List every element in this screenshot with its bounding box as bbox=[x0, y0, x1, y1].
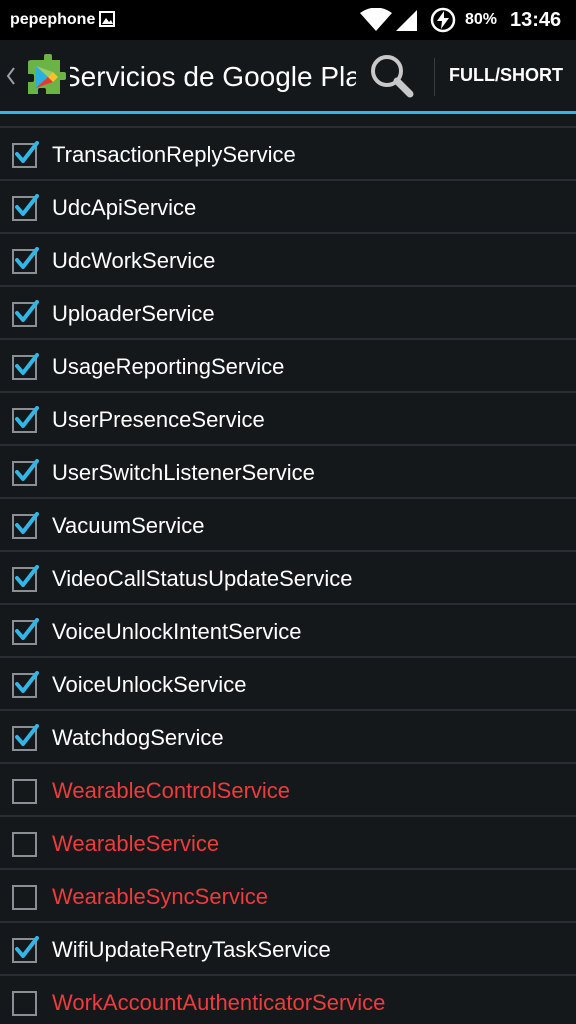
page-title: Servicios de Google Play bbox=[70, 61, 356, 92]
image-icon bbox=[99, 11, 115, 27]
back-caret-icon bbox=[6, 67, 15, 85]
action-bar: Servicios de Google Play FULL/SHORT bbox=[0, 40, 576, 114]
checkbox-checked-icon[interactable] bbox=[12, 936, 39, 963]
search-icon[interactable] bbox=[360, 48, 420, 104]
list-item[interactable]: VideoCallStatusUpdateService bbox=[0, 552, 576, 605]
checkbox-unchecked-icon[interactable] bbox=[12, 989, 39, 1016]
carrier-name: pepephone bbox=[10, 11, 96, 28]
service-name: VacuumService bbox=[52, 513, 205, 538]
list-item[interactable]: VoiceUnlockIntentService bbox=[0, 605, 576, 658]
checkbox-checked-icon[interactable] bbox=[12, 459, 39, 486]
service-name: VoiceUnlockIntentService bbox=[52, 619, 302, 644]
list-item[interactable]: UserPresenceService bbox=[0, 393, 576, 446]
list-item[interactable]: UdcWorkService bbox=[0, 234, 576, 287]
action-divider bbox=[434, 58, 435, 96]
service-name: UserPresenceService bbox=[52, 407, 265, 432]
checkbox-checked-icon[interactable] bbox=[12, 618, 39, 645]
service-name: WorkAccountAuthenticatorService bbox=[52, 990, 386, 1015]
list-item[interactable]: WifiUpdateRetryTaskService bbox=[0, 923, 576, 976]
list-item[interactable]: WorkAccountAuthenticatorService bbox=[0, 976, 576, 1024]
service-name: UdcWorkService bbox=[52, 248, 216, 273]
title-container: Servicios de Google Play bbox=[70, 40, 356, 111]
service-name: WearableControlService bbox=[52, 778, 291, 803]
clock: 13:46 bbox=[510, 9, 562, 31]
list-item[interactable]: VacuumService bbox=[0, 499, 576, 552]
service-name: WatchdogService bbox=[52, 725, 224, 750]
checkbox-checked-icon[interactable] bbox=[12, 300, 39, 327]
service-name: WifiUpdateRetryTaskService bbox=[52, 937, 331, 962]
battery-charging-icon bbox=[430, 7, 456, 33]
list-item[interactable]: TransactionReplyService bbox=[0, 128, 576, 181]
wifi-icon bbox=[360, 8, 392, 31]
service-name: VideoCallStatusUpdateService bbox=[52, 566, 353, 591]
list-item[interactable]: VoiceUnlockService bbox=[0, 658, 576, 711]
list-item[interactable]: WearableService bbox=[0, 817, 576, 870]
checkbox-checked-icon[interactable] bbox=[12, 247, 39, 274]
list-item[interactable]: WatchdogService bbox=[0, 711, 576, 764]
checkbox-checked-icon[interactable] bbox=[12, 141, 39, 168]
checkbox-unchecked-icon[interactable] bbox=[12, 830, 39, 857]
service-name: UdcApiService bbox=[52, 195, 197, 220]
checkbox-checked-icon[interactable] bbox=[12, 194, 39, 221]
checkbox-checked-icon[interactable] bbox=[12, 724, 39, 751]
list-item[interactable]: WearableControlService bbox=[0, 764, 576, 817]
checkbox-checked-icon[interactable] bbox=[12, 565, 39, 592]
checkbox-checked-icon[interactable] bbox=[12, 353, 39, 380]
checkbox-checked-icon[interactable] bbox=[12, 671, 39, 698]
service-name: WearableService bbox=[52, 831, 220, 856]
list-item[interactable]: UdcApiService bbox=[0, 181, 576, 234]
service-name: UploaderService bbox=[52, 301, 215, 326]
list-item[interactable]: UserSwitchListenerService bbox=[0, 446, 576, 499]
service-name: TransactionReplyService bbox=[52, 142, 296, 167]
checkbox-checked-icon[interactable] bbox=[12, 406, 39, 433]
checkbox-unchecked-icon[interactable] bbox=[12, 777, 39, 804]
status-bar: pepephone 80% 13:46 bbox=[0, 0, 576, 40]
up-navigation-button[interactable] bbox=[0, 40, 70, 111]
full-short-toggle-button[interactable]: FULL/SHORT bbox=[436, 40, 576, 111]
list-item[interactable]: UploaderService bbox=[0, 287, 576, 340]
checkbox-unchecked-icon[interactable] bbox=[12, 883, 39, 910]
service-name: UsageReportingService bbox=[52, 354, 285, 379]
service-name: WearableSyncService bbox=[52, 884, 269, 909]
service-name: VoiceUnlockService bbox=[52, 672, 247, 697]
battery-percent: 80% bbox=[465, 11, 498, 28]
list-item[interactable]: UsageReportingService bbox=[0, 340, 576, 393]
service-name: UserSwitchListenerService bbox=[52, 460, 315, 485]
google-play-services-icon bbox=[28, 54, 66, 94]
service-list[interactable]: TransactionReplyService UdcApiService UdcW… bbox=[0, 114, 576, 1024]
signal-icon bbox=[396, 10, 417, 31]
checkbox-checked-icon[interactable] bbox=[12, 512, 39, 539]
list-item[interactable]: WearableSyncService bbox=[0, 870, 576, 923]
